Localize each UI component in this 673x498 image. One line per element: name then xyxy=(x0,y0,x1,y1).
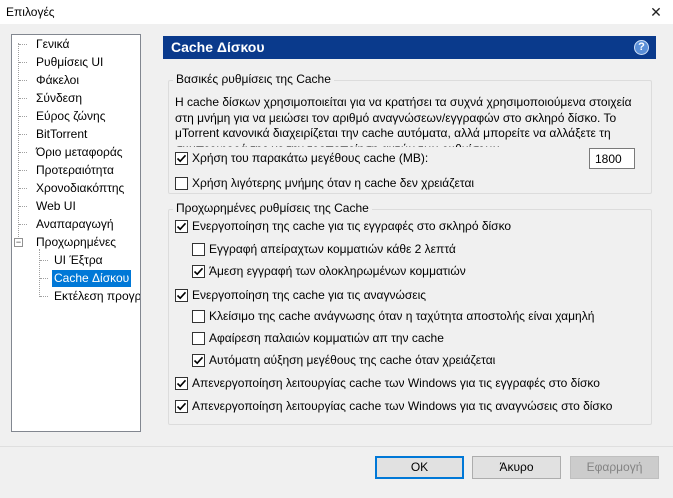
write-untouched-checkbox[interactable] xyxy=(192,242,205,256)
tree-item-ui-settings[interactable]: Ρυθμίσεις UI xyxy=(36,54,103,71)
disable-windows-write-cache-option[interactable]: Απενεργοποίηση λειτουργίας cache των Win… xyxy=(175,375,600,391)
write-finished-checkbox[interactable] xyxy=(192,264,205,278)
tree-item-queueing[interactable]: Προτεραιότητα xyxy=(36,162,114,179)
turn-off-read-cache-checkbox[interactable] xyxy=(192,309,205,323)
tree-connector xyxy=(40,260,48,261)
write-finished-label: Άμεση εγγραφή των ολοκληρωμένων κομματιώ… xyxy=(209,264,466,278)
title-bar: Επιλογές ✕ xyxy=(0,0,673,24)
reduce-memory-option[interactable]: Χρήση λιγότερης μνήμης όταν η cache δεν … xyxy=(175,175,474,191)
tree-line xyxy=(39,249,40,297)
tree-connector xyxy=(19,44,27,45)
tree-connector xyxy=(19,62,27,63)
help-icon[interactable]: ? xyxy=(634,40,649,55)
tree-item-bittorrent[interactable]: BitTorrent xyxy=(36,126,87,143)
cancel-button[interactable]: Άκυρο xyxy=(472,456,561,479)
cache-description: Η cache δίσκων χρησιμοποιείται για να κρ… xyxy=(175,95,632,147)
tree-item-connection[interactable]: Σύνδεση xyxy=(36,90,82,107)
apply-button[interactable]: Εφαρμογή xyxy=(570,456,659,479)
tree-connector xyxy=(19,134,27,135)
override-cache-size-checkbox[interactable] xyxy=(175,151,188,165)
enable-write-cache-label: Ενεργοποίηση της cache για τις εγγραφές … xyxy=(192,219,512,233)
disable-windows-read-cache-checkbox[interactable] xyxy=(175,399,188,413)
tree-item-playback[interactable]: Αναπαραγωγή xyxy=(36,216,114,233)
auto-increase-cache-option[interactable]: Αυτόματη αύξηση μεγέθους της cache όταν … xyxy=(192,352,495,368)
remove-old-blocks-checkbox[interactable] xyxy=(192,331,205,345)
remove-old-blocks-label: Αφαίρεση παλαιών κομματιών απ την cache xyxy=(209,331,444,345)
tree-line xyxy=(18,43,19,247)
tree-item-folders[interactable]: Φάκελοι xyxy=(36,72,79,89)
tree-item-advanced[interactable]: Προχωρημένες xyxy=(36,234,116,251)
panel-header: Cache Δίσκου ? xyxy=(163,36,656,59)
panel-title: Cache Δίσκου xyxy=(171,39,265,55)
tree-connector xyxy=(40,278,48,279)
ok-button[interactable]: OK xyxy=(375,456,464,479)
override-cache-size-label: Χρήση του παρακάτω μεγέθους cache (MB): xyxy=(192,151,429,165)
tree-connector xyxy=(40,296,48,297)
tree-item-ui-extras[interactable]: UI Έξτρα xyxy=(54,252,103,269)
enable-write-cache-checkbox[interactable] xyxy=(175,219,188,233)
write-untouched-option[interactable]: Εγγραφή απείραχτων κομματιών κάθε 2 λεπτ… xyxy=(192,241,456,257)
tree-connector xyxy=(19,116,27,117)
tree-connector xyxy=(19,98,27,99)
tree-connector xyxy=(19,206,27,207)
reduce-memory-label: Χρήση λιγότερης μνήμης όταν η cache δεν … xyxy=(192,176,475,190)
tree-item-bandwidth[interactable]: Εύρος ζώνης xyxy=(36,108,106,125)
enable-read-cache-label: Ενεργοποίηση της cache για τις αναγνώσει… xyxy=(192,288,427,302)
auto-increase-cache-checkbox[interactable] xyxy=(192,353,205,367)
turn-off-read-cache-label: Κλείσιμο της cache ανάγνωσης όταν η ταχύ… xyxy=(209,309,595,323)
tree-connector xyxy=(19,188,27,189)
enable-write-cache-option[interactable]: Ενεργοποίηση της cache για τις εγγραφές … xyxy=(175,218,511,234)
tree-connector xyxy=(19,152,27,153)
turn-off-read-cache-option[interactable]: Κλείσιμο της cache ανάγνωσης όταν η ταχύ… xyxy=(192,308,594,324)
advanced-settings-legend: Προχωρημένες ρυθμίσεις της Cache xyxy=(173,201,372,215)
category-tree[interactable]: Γενικά Ρυθμίσεις UI Φάκελοι Σύνδεση Εύρο… xyxy=(11,34,141,432)
reduce-memory-checkbox[interactable] xyxy=(175,176,188,190)
tree-item-run-program[interactable]: Εκτέλεση προγρ xyxy=(54,288,140,305)
disable-windows-write-cache-label: Απενεργοποίηση λειτουργίας cache των Win… xyxy=(192,376,600,390)
disable-windows-write-cache-checkbox[interactable] xyxy=(175,376,188,390)
cache-size-input[interactable] xyxy=(589,148,635,169)
tree-item-general[interactable]: Γενικά xyxy=(36,36,69,53)
write-finished-option[interactable]: Άμεση εγγραφή των ολοκληρωμένων κομματιώ… xyxy=(192,263,466,279)
enable-read-cache-option[interactable]: Ενεργοποίηση της cache για τις αναγνώσει… xyxy=(175,287,426,303)
basic-settings-legend: Βασικές ρυθμίσεις της Cache xyxy=(173,72,334,86)
disable-windows-read-cache-label: Απενεργοποίηση λειτουργίας cache των Win… xyxy=(192,399,613,413)
tree-connector xyxy=(19,224,27,225)
collapse-icon[interactable]: − xyxy=(14,238,23,247)
override-cache-size-option[interactable]: Χρήση του παρακάτω μεγέθους cache (MB): xyxy=(175,150,428,166)
write-untouched-label: Εγγραφή απείραχτων κομματιών κάθε 2 λεπτ… xyxy=(209,242,456,256)
tree-item-transfer-cap[interactable]: Όριο μεταφοράς xyxy=(36,144,123,161)
tree-connector xyxy=(19,80,27,81)
close-icon[interactable]: ✕ xyxy=(639,0,673,24)
tree-connector xyxy=(19,170,27,171)
tree-item-web-ui[interactable]: Web UI xyxy=(36,198,76,215)
enable-read-cache-checkbox[interactable] xyxy=(175,288,188,302)
tree-item-scheduler[interactable]: Χρονοδιακόπτης xyxy=(36,180,124,197)
tree-item-disk-cache[interactable]: Cache Δίσκου xyxy=(52,270,132,287)
remove-old-blocks-option[interactable]: Αφαίρεση παλαιών κομματιών απ την cache xyxy=(192,330,444,346)
auto-increase-cache-label: Αυτόματη αύξηση μεγέθους της cache όταν … xyxy=(209,353,496,367)
disable-windows-read-cache-option[interactable]: Απενεργοποίηση λειτουργίας cache των Win… xyxy=(175,398,612,414)
window-title: Επιλογές xyxy=(6,5,55,19)
